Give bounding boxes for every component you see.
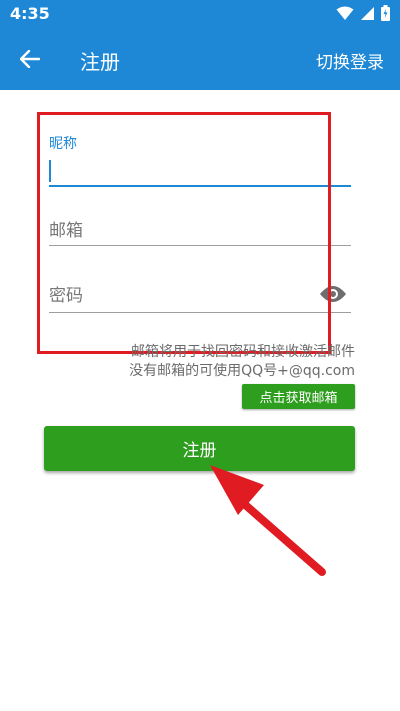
back-button[interactable] — [10, 42, 50, 76]
nickname-underline — [49, 185, 351, 187]
nickname-input[interactable] — [49, 155, 351, 185]
email-underline — [49, 245, 351, 246]
email-input[interactable] — [49, 216, 351, 246]
annotation-arrow — [210, 465, 326, 576]
email-field — [49, 216, 351, 248]
password-field — [49, 281, 351, 315]
password-underline — [49, 312, 351, 313]
email-hint-line-1: 邮箱将用于找回密码和接收激活邮件 — [131, 344, 355, 360]
status-time: 4:35 — [10, 4, 50, 23]
cell-signal-icon — [361, 6, 374, 20]
app-bar: 注册 切换登录 — [0, 28, 400, 90]
status-bar: 4:35 — [0, 0, 400, 28]
text-cursor — [49, 160, 51, 182]
wifi-icon — [336, 6, 354, 20]
nickname-field: 昵称 — [49, 133, 351, 189]
page-title: 注册 — [80, 50, 120, 74]
battery-icon — [381, 5, 390, 21]
register-button[interactable]: 注册 — [44, 426, 355, 471]
get-email-button[interactable]: 点击获取邮箱 — [242, 384, 355, 409]
eye-icon — [320, 286, 346, 302]
toggle-password-visibility-button[interactable] — [319, 284, 349, 308]
nickname-label: 昵称 — [49, 136, 77, 152]
password-input[interactable] — [49, 281, 351, 311]
arrow-back-icon — [20, 50, 40, 68]
email-hint-line-2: 没有邮箱的可使用QQ号+@qq.com — [129, 363, 355, 379]
switch-login-button[interactable]: 切换登录 — [316, 48, 384, 73]
status-icons — [336, 5, 390, 21]
